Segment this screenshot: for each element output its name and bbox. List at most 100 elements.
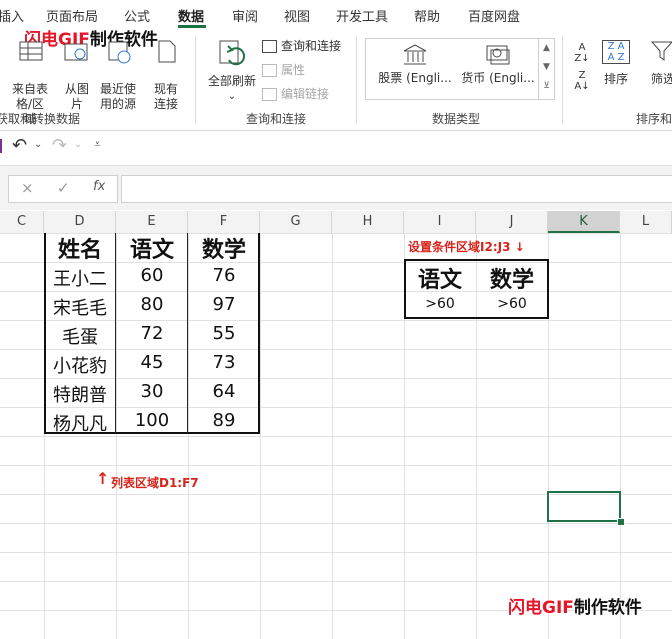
enter-icon[interactable]: ✓ — [57, 179, 70, 197]
stocks-label: 股票 (Engli... — [378, 71, 452, 85]
criteria-header-chinese[interactable]: 语文 — [404, 262, 476, 294]
list-cell-name[interactable]: 王小二 — [44, 265, 116, 291]
sort-button[interactable]: Z AA Z 排序 — [600, 40, 632, 87]
filter-button[interactable]: 筛选 — [648, 40, 672, 87]
recent-sources-button[interactable]: 最近使用的源 — [98, 40, 140, 112]
list-cell-name[interactable]: 宋毛毛 — [44, 294, 116, 320]
criteria-value-math[interactable]: >60 — [476, 296, 548, 312]
tab-help[interactable]: 帮助 — [414, 6, 440, 25]
app-icon — [0, 139, 2, 153]
list-cell-math[interactable]: 73 — [188, 352, 260, 373]
column-header-f[interactable]: F — [188, 211, 260, 233]
data-types-gallery: 股票 (Engli... 货币 (Engli... ▲ ▼ ⊻ — [365, 38, 555, 100]
gallery-scroll[interactable]: ▲ ▼ ⊻ — [538, 39, 554, 99]
list-header-name[interactable]: 姓名 — [44, 233, 116, 264]
tab-page-layout[interactable]: 页面布局 — [46, 6, 98, 25]
column-header-j[interactable]: J — [476, 211, 548, 233]
worksheet-grid[interactable]: 姓名 语文 数学 王小二 60 76 宋毛毛 80 97 毛蛋 72 55 小花… — [0, 233, 672, 639]
filter-label: 筛选 — [650, 72, 672, 86]
undo-dropdown-icon[interactable]: ⌄ — [34, 139, 42, 150]
from-image-button[interactable]: 从图片 — [60, 40, 94, 112]
criteria-value-chinese[interactable]: >60 — [404, 296, 476, 312]
list-cell-chinese[interactable]: 45 — [116, 352, 188, 373]
column-header-g[interactable]: G — [260, 211, 332, 233]
customize-qat-icon[interactable]: ⩡ — [94, 137, 101, 152]
edit-links-button[interactable]: 编辑链接 — [262, 87, 329, 102]
criteria-range-note: 设置条件区域I2:J3 ↓ — [408, 240, 525, 254]
recent-sources-icon — [106, 40, 132, 64]
list-cell-math[interactable]: 64 — [188, 381, 260, 402]
group-sort-label: 排序和筛 — [636, 112, 672, 126]
group-get-data-label: 获取和转换数据 — [0, 112, 81, 126]
up-arrow-icon: ↑ — [96, 469, 110, 488]
list-cell-chinese[interactable]: 80 — [116, 294, 188, 315]
list-cell-chinese[interactable]: 30 — [116, 381, 188, 402]
sort-dialog-icon: Z AA Z — [602, 40, 630, 64]
list-cell-name[interactable]: 毛蛋 — [44, 323, 116, 349]
separator — [356, 36, 357, 124]
tab-insert[interactable]: 插入 — [0, 6, 24, 25]
insert-function-icon[interactable]: fx — [93, 179, 105, 194]
list-cell-math[interactable]: 97 — [188, 294, 260, 315]
column-header-i[interactable]: I — [404, 211, 476, 233]
queries-label: 查询和连接 — [281, 39, 342, 53]
tab-formulas[interactable]: 公式 — [124, 6, 150, 25]
recent-sources-label: 最近使用的源 — [99, 82, 136, 111]
list-cell-name[interactable]: 杨凡凡 — [44, 410, 116, 436]
existing-connections-button[interactable]: 现有连接 — [152, 40, 182, 112]
list-cell-math[interactable]: 89 — [188, 410, 260, 431]
currency-datatype-button[interactable]: 货币 (Engli... — [458, 43, 538, 86]
quick-access-toolbar: ↶ ⌄ ↷ ⌄ ⩡ — [0, 131, 672, 166]
sort-ascending-button[interactable]: A Z↓ — [572, 42, 592, 64]
chevron-down-icon: ⌄ — [227, 91, 237, 102]
formula-controls: × ✓ fx — [8, 175, 118, 203]
properties-icon — [262, 64, 277, 77]
cancel-icon[interactable]: × — [21, 179, 34, 197]
refresh-all-label: 全部刷新 — [207, 74, 256, 88]
currency-icon — [485, 43, 511, 67]
column-header-k[interactable]: K — [548, 211, 620, 233]
queries-icon — [262, 40, 277, 53]
properties-button[interactable]: 属性 — [262, 63, 305, 78]
fill-handle[interactable] — [617, 518, 625, 526]
column-header-d[interactable]: D — [44, 211, 116, 233]
chevron-down-icon[interactable]: ▼ — [539, 58, 554, 77]
tab-baidu-netdisk[interactable]: 百度网盘 — [468, 6, 520, 25]
tab-developer[interactable]: 开发工具 — [336, 6, 388, 25]
tab-review[interactable]: 审阅 — [232, 6, 258, 25]
chevron-up-icon[interactable]: ▲ — [539, 39, 554, 58]
watermark-bottom: 闪电GIF制作软件 — [508, 598, 642, 618]
queries-connections-button[interactable]: 查询和连接 — [262, 39, 341, 54]
stocks-datatype-button[interactable]: 股票 (Engli... — [372, 43, 458, 86]
currency-label: 货币 (Engli... — [461, 71, 535, 85]
list-header-math[interactable]: 数学 — [188, 233, 260, 264]
criteria-header-math[interactable]: 数学 — [476, 262, 548, 294]
tab-data[interactable]: 数据 — [178, 6, 204, 25]
selected-cell[interactable] — [547, 491, 621, 522]
list-cell-name[interactable]: 特朗普 — [44, 381, 116, 407]
more-icon[interactable]: ⊻ — [539, 77, 554, 96]
column-header-e[interactable]: E — [116, 211, 188, 233]
tab-view[interactable]: 视图 — [284, 6, 310, 25]
formula-input[interactable] — [121, 175, 672, 203]
list-cell-chinese[interactable]: 72 — [116, 323, 188, 344]
list-cell-math[interactable]: 55 — [188, 323, 260, 344]
list-cell-chinese[interactable]: 60 — [116, 265, 188, 286]
list-cell-name[interactable]: 小花豹 — [44, 352, 116, 378]
column-headers: C D E F G H I J K L — [0, 211, 672, 234]
sort-descending-button[interactable]: Z A↓ — [572, 70, 592, 92]
column-header-h[interactable]: H — [332, 211, 404, 233]
group-queries-label: 查询和连接 — [246, 112, 307, 126]
edit-links-icon — [262, 88, 277, 101]
redo-dropdown-icon[interactable]: ⌄ — [74, 139, 82, 150]
bank-icon — [402, 43, 428, 67]
list-cell-chinese[interactable]: 100 — [116, 410, 188, 431]
column-header-l[interactable]: L — [620, 211, 672, 233]
undo-icon[interactable]: ↶ — [12, 135, 27, 156]
existing-connections-label: 现有连接 — [153, 82, 178, 111]
list-cell-math[interactable]: 76 — [188, 265, 260, 286]
redo-icon[interactable]: ↷ — [52, 135, 67, 156]
column-header-c[interactable]: C — [0, 211, 44, 233]
refresh-all-button[interactable]: 全部刷新 ⌄ — [204, 40, 260, 104]
list-header-chinese[interactable]: 语文 — [116, 233, 188, 264]
